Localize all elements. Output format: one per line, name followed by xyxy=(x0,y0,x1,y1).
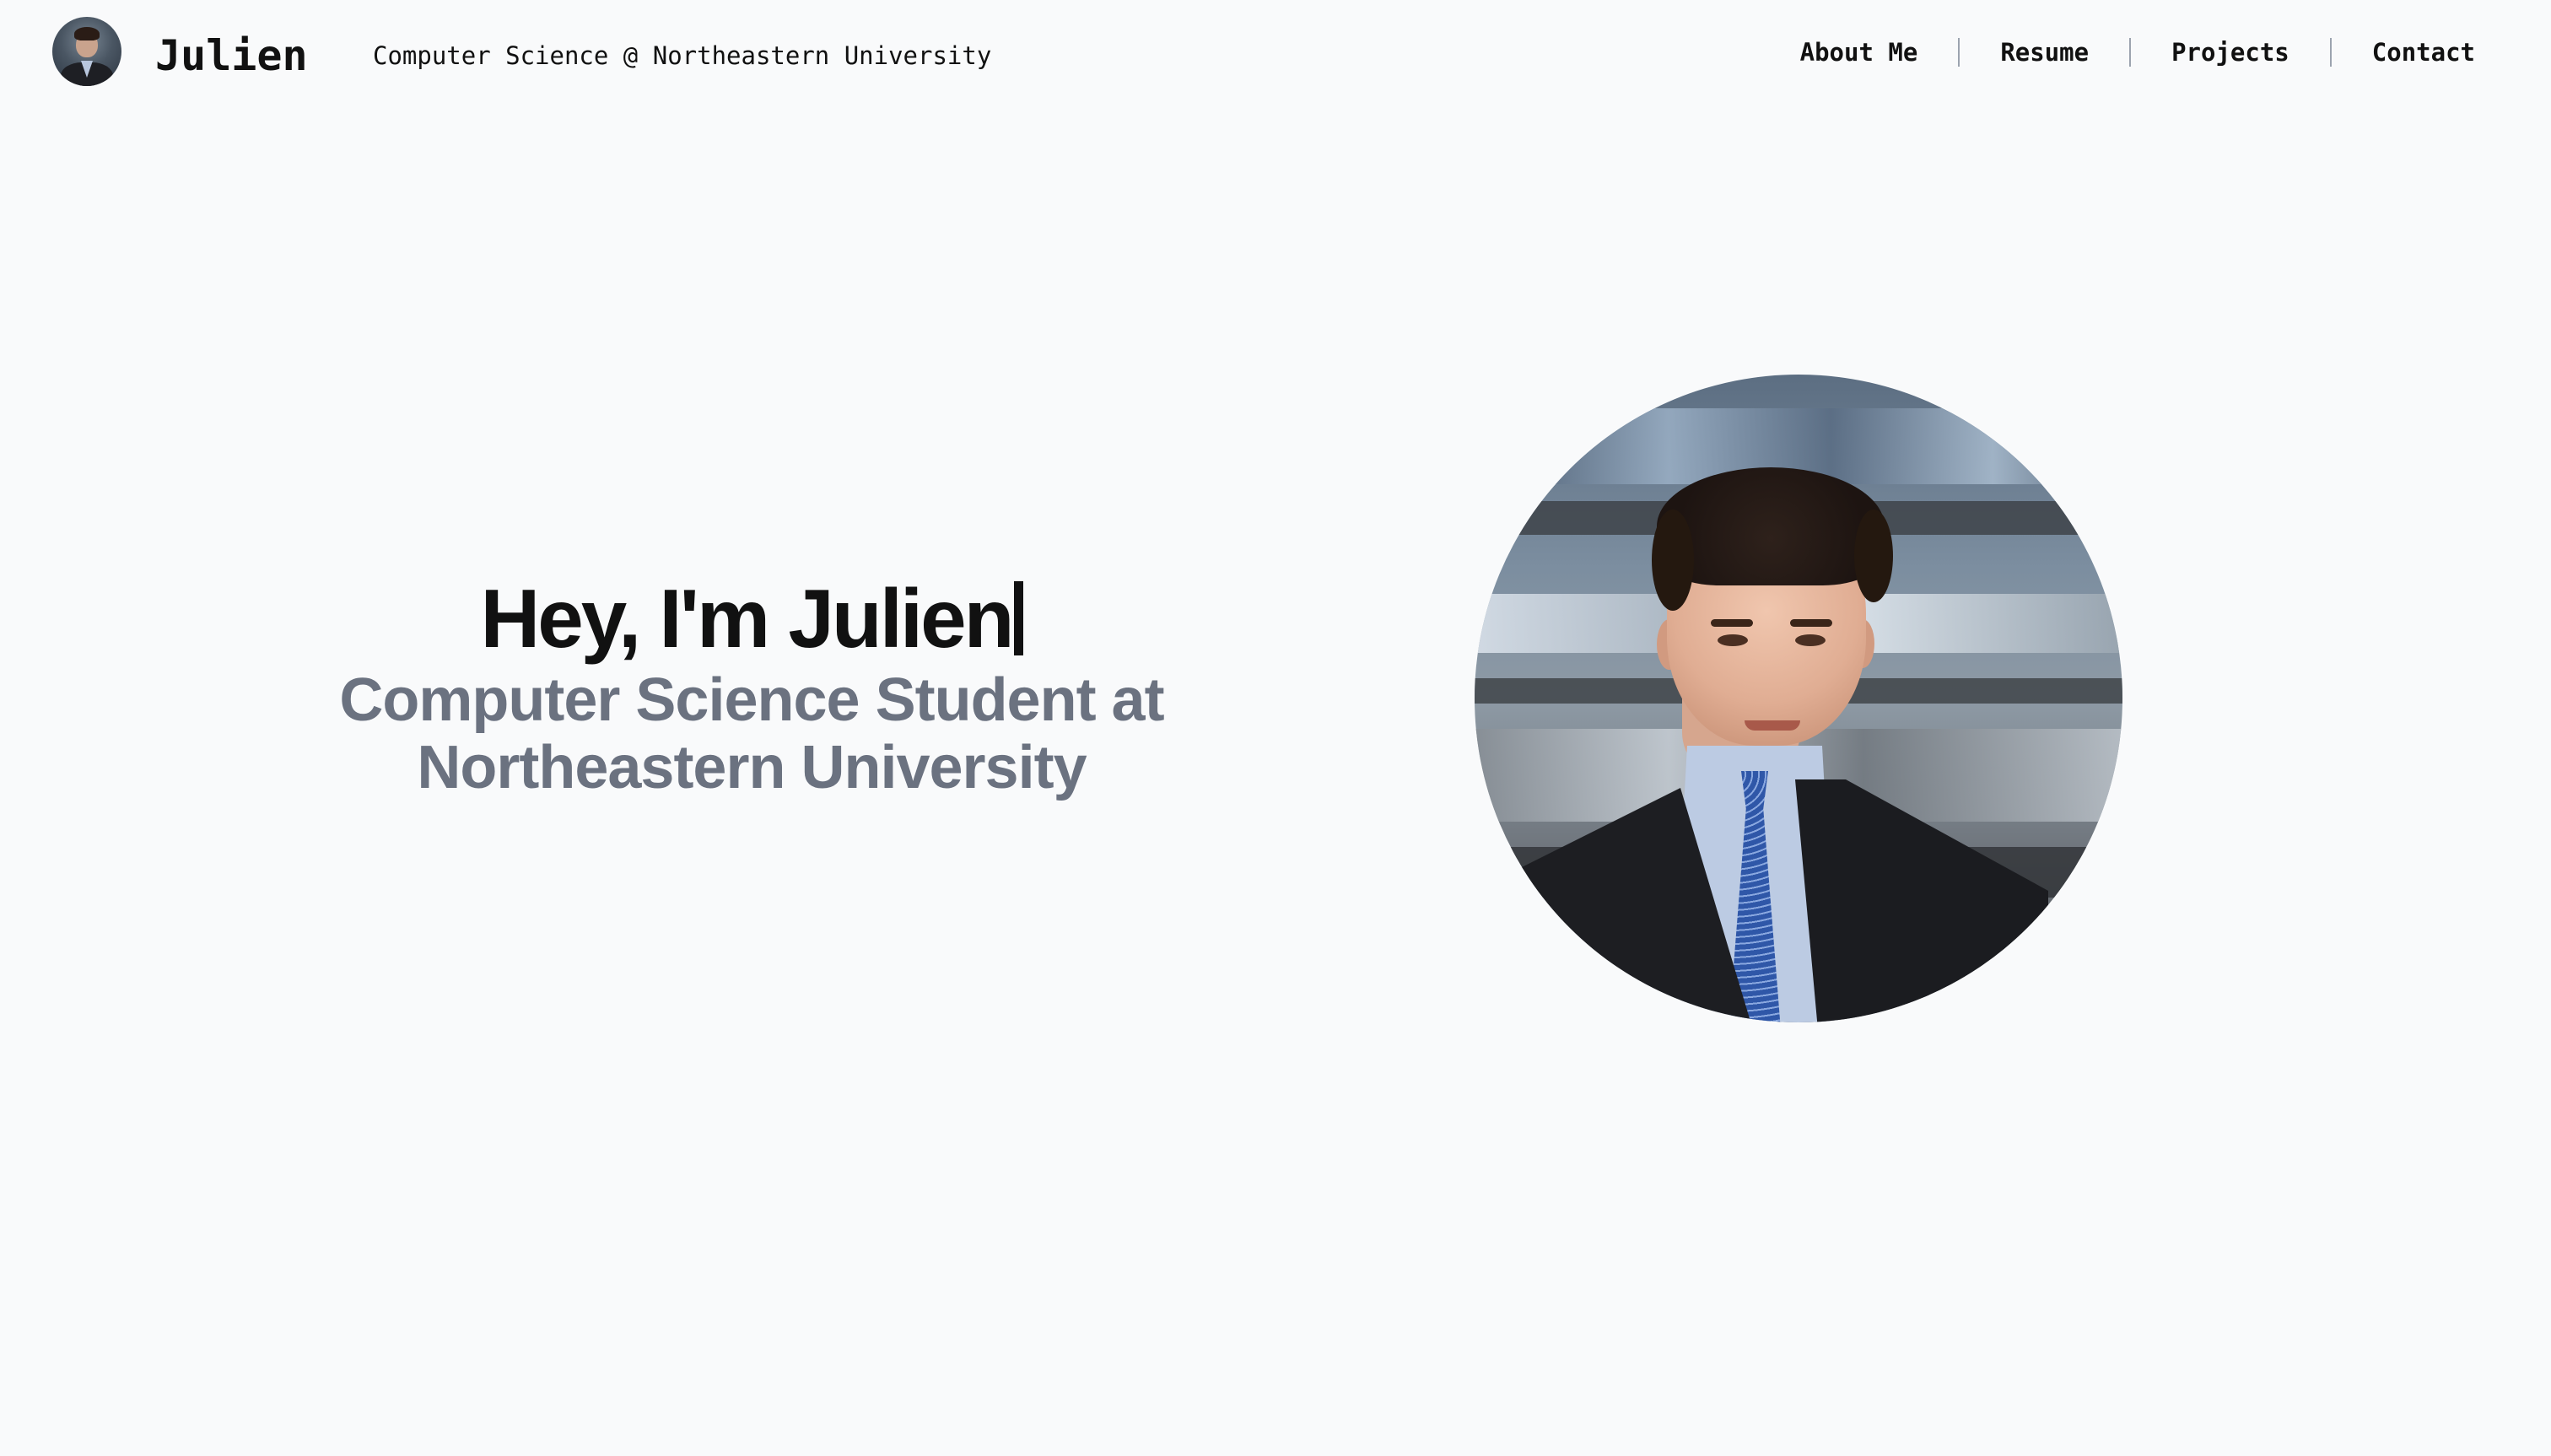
hero-title: Hey, I'm Julien xyxy=(0,564,1503,673)
portrait-hair xyxy=(1854,510,1893,602)
portrait-mouth xyxy=(1745,720,1800,731)
hero-title-text: Hey, I'm Julien xyxy=(480,572,1014,665)
nav-link-resume[interactable]: Resume xyxy=(2000,32,2089,73)
avatar-hair xyxy=(74,27,100,40)
portrait-hair xyxy=(1652,510,1694,611)
typing-cursor xyxy=(1013,581,1023,655)
hero-subtitle-line-1: Computer Science Student at xyxy=(339,666,1164,734)
site-header: Julien Computer Science @ Northeastern U… xyxy=(0,0,2551,110)
nav-link-about-me[interactable]: About Me xyxy=(1800,32,1918,73)
nav-separator xyxy=(2129,38,2132,67)
hero-subtitle-line-2: Northeastern University xyxy=(417,734,1087,801)
brand-name[interactable]: Julien xyxy=(155,25,308,86)
hero-subtitle: Computer Science Student at Northeastern… xyxy=(0,666,1503,801)
nav-separator xyxy=(1958,38,1960,67)
portrait-eye xyxy=(1718,634,1748,646)
portrait-brow xyxy=(1711,619,1753,627)
portrait-eye xyxy=(1795,634,1826,646)
nav-link-contact[interactable]: Contact xyxy=(2372,32,2475,73)
site-tagline: Computer Science @ Northeastern Universi… xyxy=(373,41,992,70)
main-nav: About Me Resume Projects Contact xyxy=(1800,32,2475,73)
nav-link-projects[interactable]: Projects xyxy=(2171,32,2289,73)
nav-separator xyxy=(2329,38,2332,67)
profile-portrait xyxy=(1475,375,2122,1022)
portrait-brow xyxy=(1790,619,1832,627)
avatar[interactable] xyxy=(52,17,121,86)
